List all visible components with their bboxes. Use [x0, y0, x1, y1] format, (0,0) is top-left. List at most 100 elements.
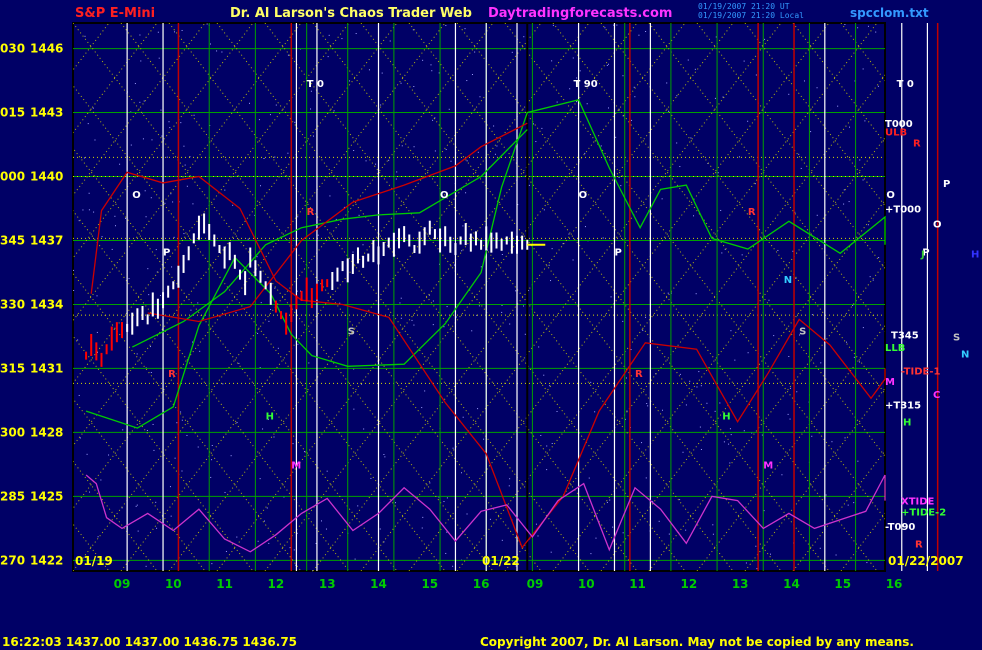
star-dot [365, 160, 367, 162]
x-tick-label: 16 [473, 577, 490, 591]
star-dot [357, 505, 359, 507]
star-dot [422, 59, 424, 61]
star-dot [294, 121, 296, 123]
star-dot [326, 470, 328, 472]
annotation-label: P [163, 247, 170, 258]
star-dot [216, 50, 218, 52]
star-dot [494, 153, 496, 155]
copyright: Copyright 2007, Dr. Al Larson. May not b… [480, 635, 914, 649]
star-dot [633, 86, 635, 88]
star-dot [606, 501, 608, 503]
star-dot [462, 225, 464, 227]
star-dot [543, 374, 545, 376]
annotation-label: P [614, 247, 621, 258]
star-dot [645, 31, 647, 33]
star-dot [354, 558, 356, 560]
star-dot [682, 451, 684, 453]
star-dot [445, 552, 447, 554]
star-dot [197, 302, 199, 304]
star-dot [421, 407, 423, 409]
x-tick-label: 13 [319, 577, 336, 591]
star-dot [798, 153, 800, 155]
star-dot [602, 237, 604, 239]
star-dot [192, 203, 194, 205]
star-dot [755, 545, 757, 547]
star-dot [100, 479, 102, 481]
star-dot [183, 233, 185, 235]
right-level-label: N [961, 350, 969, 361]
star-dot [690, 137, 692, 139]
star-dot [461, 250, 463, 252]
star-dot [443, 326, 445, 328]
star-dot [630, 349, 632, 351]
star-dot [509, 478, 511, 480]
y-tick-price: 1434 [30, 297, 63, 311]
star-dot [287, 54, 289, 56]
star-dot [661, 198, 663, 200]
star-dot [694, 68, 696, 70]
star-dot [101, 236, 103, 238]
title-site[interactable]: Daytradingforecasts.com [488, 6, 672, 21]
star-dot [551, 60, 553, 62]
star-dot [180, 411, 182, 413]
star-dot [857, 27, 859, 29]
star-dot [777, 249, 779, 251]
star-dot [139, 34, 141, 36]
star-dot [729, 462, 731, 464]
star-dot [541, 127, 543, 129]
star-dot [268, 320, 270, 322]
right-level-label: ULB [885, 128, 907, 139]
y-tick-angle: 300 [0, 425, 25, 439]
star-dot [496, 145, 498, 147]
star-dot [310, 108, 312, 110]
star-dot [695, 293, 697, 295]
right-level-label: -T090 [885, 522, 915, 533]
star-dot [685, 404, 687, 406]
star-dot [867, 25, 869, 27]
star-dot [862, 179, 864, 181]
right-level-label: P [943, 179, 950, 190]
star-dot [275, 104, 277, 106]
right-level-label: H [971, 249, 979, 260]
star-dot [816, 87, 818, 89]
star-dot [572, 259, 574, 261]
star-dot [738, 156, 740, 158]
star-dot [866, 562, 868, 564]
star-dot [764, 38, 766, 40]
star-dot [349, 80, 351, 82]
date-label-right: 01/22/2007 [888, 554, 964, 568]
star-dot [523, 36, 525, 38]
star-dot [358, 214, 360, 216]
star-dot [183, 145, 185, 147]
star-dot [293, 549, 295, 551]
star-dot [588, 477, 590, 479]
star-dot [556, 101, 558, 103]
star-dot [831, 441, 833, 443]
star-dot [474, 51, 476, 53]
star-dot [493, 125, 495, 127]
star-dot [538, 346, 540, 348]
star-dot [87, 123, 89, 125]
star-dot [155, 249, 157, 251]
x-tick-label: 14 [783, 577, 800, 591]
star-dot [335, 218, 337, 220]
star-dot [847, 504, 849, 506]
y-tick-angle: 285 [0, 489, 25, 503]
y-tick-angle: 330 [0, 297, 25, 311]
star-dot [452, 565, 454, 567]
star-dot [93, 211, 95, 213]
star-dot [157, 31, 159, 33]
star-dot [413, 86, 415, 88]
star-dot [569, 88, 571, 90]
star-dot [878, 257, 880, 259]
star-dot [181, 419, 183, 421]
star-dot [478, 305, 480, 307]
star-dot [729, 428, 731, 430]
star-dot [616, 24, 618, 26]
star-dot [274, 287, 276, 289]
star-dot [150, 197, 152, 199]
star-dot [819, 547, 821, 549]
star-dot [595, 537, 597, 539]
y-tick-angle: 345 [0, 233, 25, 247]
star-dot [550, 280, 552, 282]
